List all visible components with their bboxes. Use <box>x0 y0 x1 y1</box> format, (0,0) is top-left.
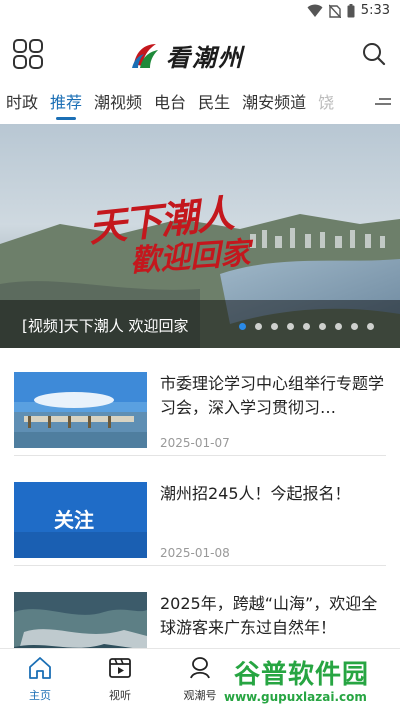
nav-home[interactable]: 主页 <box>12 655 68 707</box>
status-time: 5:33 <box>360 3 390 18</box>
tab-more-button[interactable] <box>366 84 400 122</box>
tab-livelihood[interactable]: 民生 <box>192 84 236 122</box>
wifi-icon <box>307 4 323 17</box>
carousel-dot[interactable] <box>351 323 358 330</box>
news-title: 2025年，跨越“山海”，欢迎全球游客来广东过自然年！ <box>160 594 378 637</box>
news-title: 市委理论学习中心组举行专题学习会，深入学习贯彻习… <box>160 374 385 417</box>
status-icons: 5:33 <box>307 3 390 18</box>
grid-menu-icon <box>13 39 43 69</box>
menu-button[interactable] <box>12 38 44 70</box>
news-thumbnail <box>14 592 147 648</box>
watermark-text: 谷普软件园 <box>234 660 370 690</box>
news-item[interactable]: 关注 潮州招245人！今起报名！ 2025-01-08 <box>14 462 386 566</box>
news-thumbnail-image <box>14 592 147 648</box>
tab-chaoan-channel[interactable]: 潮安频道 <box>236 84 312 122</box>
channel-tabs: 时政 推荐 潮视频 电台 民生 潮安频道 饶 <box>0 84 400 122</box>
tab-list: 时政 推荐 潮视频 电台 民生 潮安频道 饶 <box>0 84 340 122</box>
carousel-dot[interactable] <box>255 323 262 330</box>
carousel-dot[interactable] <box>367 323 374 330</box>
watermark-url: www.gupuxlazai.com <box>224 690 367 704</box>
banner-carousel[interactable]: 天下潮人 歡迎回家 [视频]天下潮人 欢迎回家 <box>0 124 400 348</box>
nav-home-label: 主页 <box>29 689 51 702</box>
news-item[interactable]: 2025年，跨越“山海”，欢迎全球游客来广东过自然年！ <box>14 572 386 648</box>
search-button[interactable] <box>360 40 388 68</box>
carousel-dot[interactable] <box>319 323 326 330</box>
banner-caption: [视频]天下潮人 欢迎回家 <box>22 317 189 335</box>
carousel-dot[interactable] <box>239 323 246 330</box>
app-logo: 看潮州 <box>130 38 244 72</box>
carousel-dot[interactable] <box>271 323 278 330</box>
nav-media-label: 视听 <box>109 689 131 702</box>
news-date: 2025-01-08 <box>160 546 230 560</box>
home-icon <box>29 657 51 679</box>
no-sim-icon <box>328 4 341 18</box>
carousel-dot[interactable] <box>287 323 294 330</box>
video-clapper-icon <box>109 658 131 678</box>
watermark: 谷普软件园 www.gupuxlazai.com <box>218 648 400 711</box>
news-item[interactable]: 市委理论学习中心组举行专题学习会，深入学习贯彻习… 2025-01-07 <box>14 352 386 456</box>
news-thumbnail <box>14 372 147 448</box>
app-header: 看潮州 <box>0 24 400 84</box>
tab-recommended[interactable]: 推荐 <box>44 84 88 122</box>
more-channels-icon <box>375 98 391 105</box>
battery-icon <box>347 3 355 17</box>
search-icon <box>363 43 386 66</box>
news-title: 潮州招245人！今起报名！ <box>160 484 351 503</box>
carousel-indicator <box>239 323 374 330</box>
tab-radio[interactable]: 电台 <box>148 84 192 122</box>
news-thumbnail-image <box>14 372 147 448</box>
banner-headline-2: 歡迎回家 <box>129 235 252 280</box>
status-bar: 5:33 <box>0 0 400 24</box>
tab-politics[interactable]: 时政 <box>0 84 44 122</box>
chao-account-icon <box>190 657 210 679</box>
tab-rao[interactable]: 饶 <box>312 84 340 122</box>
news-date: 2025-01-07 <box>160 436 230 450</box>
nav-media[interactable]: 视听 <box>92 655 148 707</box>
logo-emblem-icon <box>132 44 158 68</box>
news-thumbnail: 关注 <box>14 482 147 558</box>
news-thumbnail-text: 关注 <box>54 508 94 532</box>
app-name: 看潮州 <box>166 42 244 72</box>
news-list: 市委理论学习中心组举行专题学习会，深入学习贯彻习… 2025-01-07 关注 … <box>0 352 400 648</box>
carousel-dot[interactable] <box>303 323 310 330</box>
tab-chao-video[interactable]: 潮视频 <box>88 84 148 122</box>
carousel-dot[interactable] <box>335 323 342 330</box>
